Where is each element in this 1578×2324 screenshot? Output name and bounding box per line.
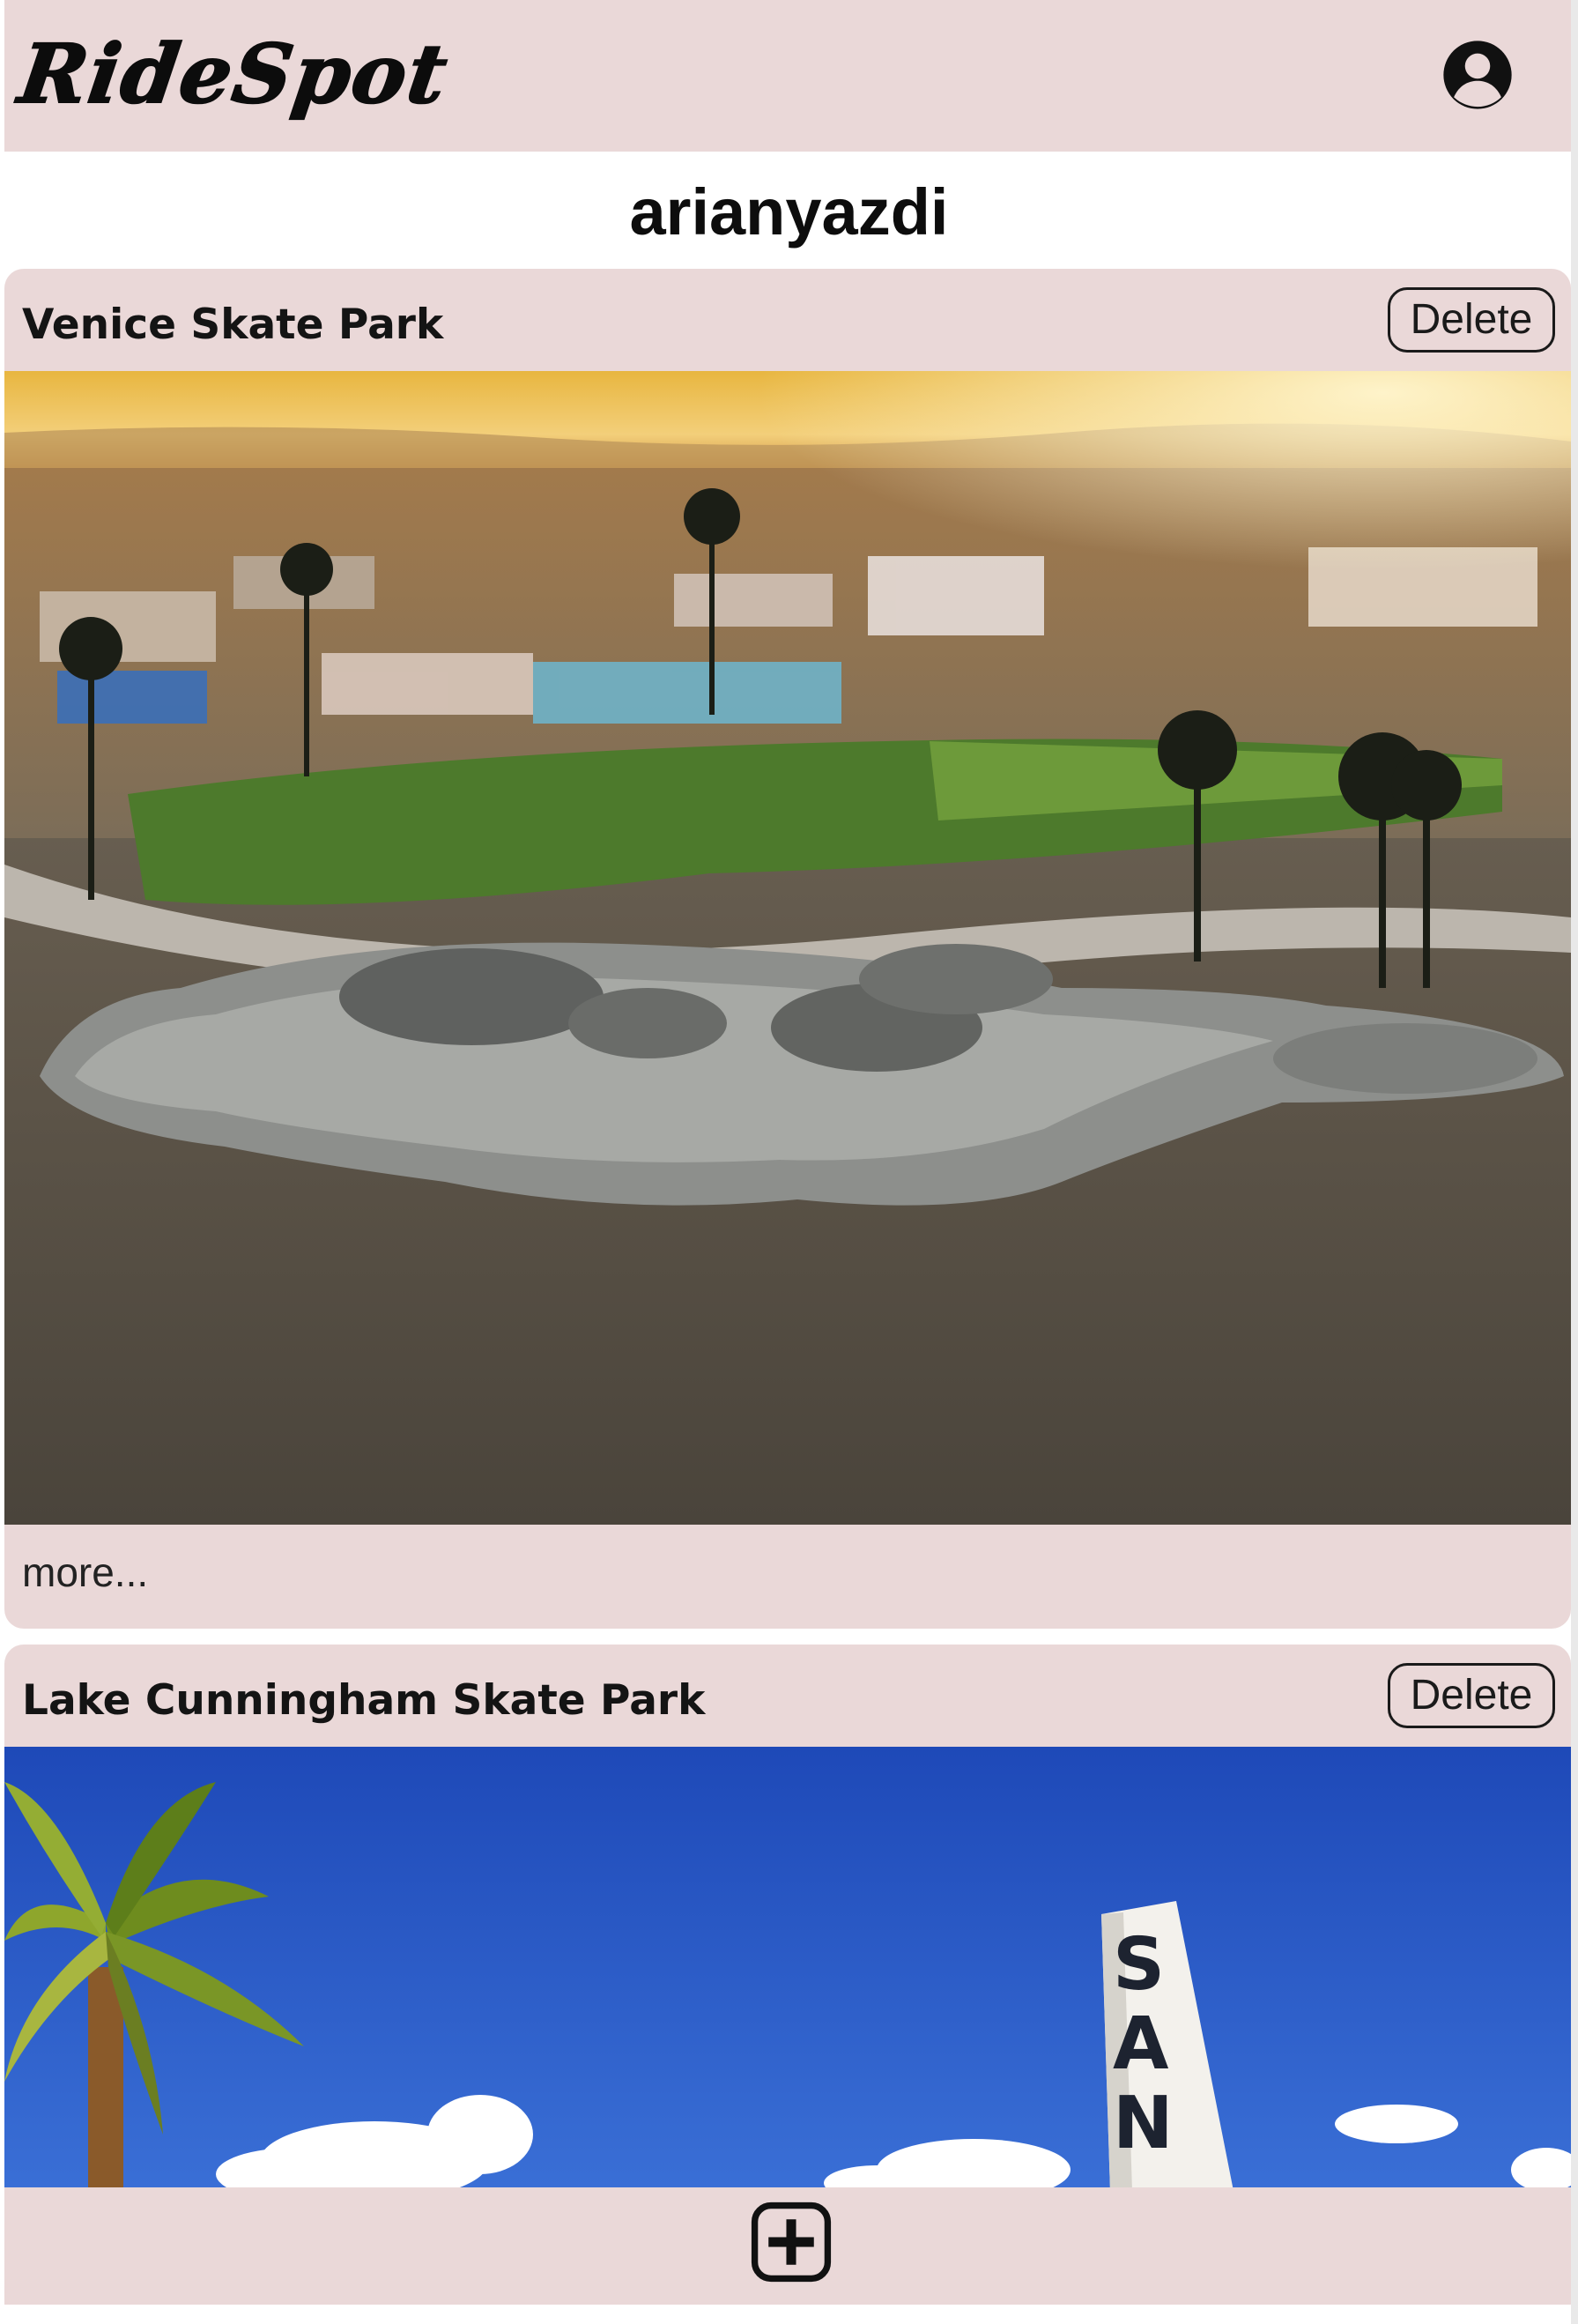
app-logo[interactable]: RideSpot	[12, 26, 455, 123]
spot-title: Venice Skate Park	[22, 301, 444, 349]
plus-square-icon	[751, 2201, 832, 2283]
svg-text:S: S	[1113, 1923, 1165, 2007]
spot-photo-venice[interactable]	[4, 371, 1571, 1525]
profile-username: arianyazdi	[629, 175, 949, 249]
spot-title: Lake Cunningham Skate Park	[22, 1676, 706, 1725]
skatepark-photo	[4, 371, 1571, 1525]
app-frame: RideSpot arianyazdi Venice Skate Park De…	[0, 0, 1578, 2324]
more-link[interactable]: more...	[22, 1548, 148, 1596]
spot-photo-lake-cunningham[interactable]: S A N	[4, 1747, 1571, 2191]
scrollbar-track	[1571, 0, 1578, 2324]
delete-spot-button[interactable]: Delete	[1388, 287, 1555, 353]
account-button[interactable]	[1441, 38, 1515, 112]
user-circle-icon	[1443, 41, 1512, 109]
add-spot-button[interactable]	[751, 2201, 832, 2283]
bottom-bar	[4, 2187, 1571, 2305]
spot-card-header: Venice Skate Park Delete	[4, 269, 1571, 371]
palm-sky-photo: S A N	[4, 1747, 1571, 2191]
spot-card: Venice Skate Park Delete more...	[4, 269, 1571, 1629]
top-bar: RideSpot	[4, 0, 1571, 152]
spot-card-header: Lake Cunningham Skate Park Delete	[4, 1645, 1571, 1747]
delete-spot-button[interactable]: Delete	[1388, 1663, 1555, 1728]
spot-card: Lake Cunningham Skate Park Delete S A N	[4, 1645, 1571, 2191]
svg-text:N: N	[1113, 2082, 1174, 2165]
svg-text:A: A	[1113, 2002, 1169, 2086]
